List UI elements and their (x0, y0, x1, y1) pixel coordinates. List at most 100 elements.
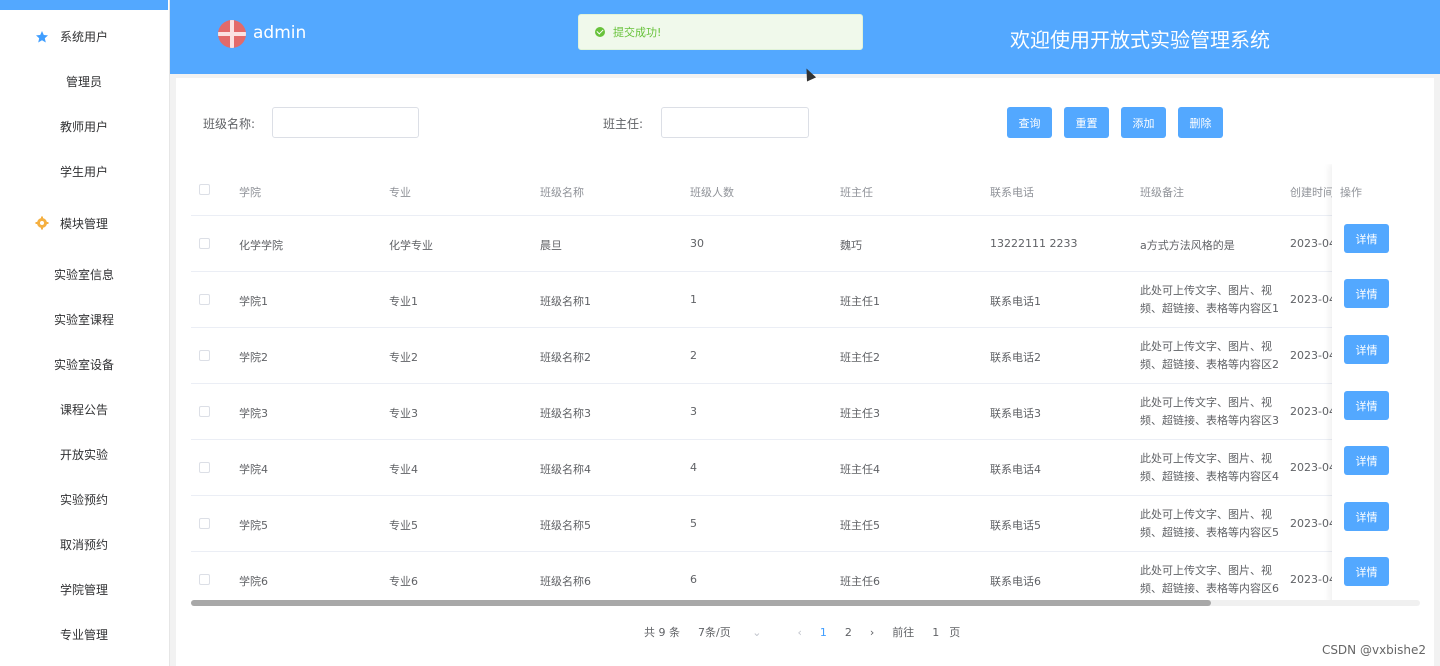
sidebar-item-admin[interactable]: 管理员 (0, 59, 168, 104)
page-size-select[interactable]: 7条/页 ⌄ (698, 624, 779, 640)
detail-button[interactable]: 详情 (1344, 279, 1389, 308)
sidebar-item-major-management[interactable]: 专业管理 (0, 612, 168, 657)
row-checkbox[interactable] (199, 462, 210, 473)
select-all-checkbox[interactable] (199, 184, 210, 195)
sidebar-item-open-experiments[interactable]: 开放实验 (0, 432, 168, 477)
sidebar-item-student-users[interactable]: 学生用户 (0, 149, 168, 194)
sidebar-item-lab-info[interactable]: 实验室信息 (0, 252, 168, 297)
sidebar-item-lab-courses[interactable]: 实验室课程 (0, 297, 168, 342)
cell-phone: 13222111 2233 (990, 237, 1078, 250)
cell-created: 2023-04 (1290, 573, 1336, 586)
sidebar: 系统用户 管理员 教师用户 学生用户 模块管理 实验室信息 实验室课程 实验室设… (0, 0, 170, 666)
pagination: 共 9 条 7条/页 ⌄ ‹ 1 2 › 前往 1 页 (644, 622, 978, 642)
cell-count: 30 (690, 237, 704, 250)
gear-icon (35, 216, 49, 230)
cell-created: 2023-04 (1290, 237, 1336, 250)
detail-button[interactable]: 详情 (1344, 446, 1389, 475)
horizontal-scrollbar[interactable] (191, 600, 1420, 606)
cell-college: 学院1 (239, 295, 268, 308)
detail-button[interactable]: 详情 (1344, 224, 1389, 253)
username[interactable]: admin (253, 23, 306, 43)
table-row: 学院5 专业5 班级名称5 5 班主任5 联系电话5 此处可上传文字、图片、视频… (191, 496, 1420, 552)
reset-button[interactable]: 重置 (1064, 107, 1109, 138)
row-checkbox[interactable] (199, 406, 210, 417)
row-checkbox[interactable] (199, 350, 210, 361)
cell-class-name: 班级名称2 (540, 351, 591, 364)
class-table: 学院 专业 班级名称 班级人数 班主任 联系电话 班级备注 创建时间 化学学院 … (191, 164, 1420, 604)
system-title: 欢迎使用开放式实验管理系统 (1010, 28, 1270, 52)
detail-button[interactable]: 详情 (1344, 335, 1389, 364)
cell-remark: 此处可上传文字、图片、视频、超链接、表格等内容区2 (1140, 340, 1279, 371)
check-circle-icon (595, 27, 605, 37)
cell-phone: 联系电话1 (990, 295, 1041, 308)
cell-college: 学院2 (239, 351, 268, 364)
cell-teacher: 班主任3 (840, 407, 880, 420)
sidebar-item-college-management[interactable]: 学院管理 (0, 567, 168, 612)
sidebar-item-cancel-booking[interactable]: 取消预约 (0, 522, 168, 567)
cell-major: 专业4 (389, 463, 418, 476)
cell-class-name: 晨旦 (540, 239, 562, 252)
cell-remark: 此处可上传文字、图片、视频、超链接、表格等内容区1 (1140, 284, 1279, 315)
row-checkbox[interactable] (199, 574, 210, 585)
menu-group-label: 系统用户 (59, 30, 108, 44)
cell-teacher: 班主任6 (840, 575, 880, 588)
cell-created: 2023-04 (1290, 349, 1336, 362)
cell-remark: 此处可上传文字、图片、视频、超链接、表格等内容区6 (1140, 564, 1279, 595)
detail-button[interactable]: 详情 (1344, 391, 1389, 420)
star-icon (36, 30, 48, 42)
goto-suffix: 页 (949, 626, 961, 639)
column-header: 班级名称 (540, 186, 584, 199)
cell-class-name: 班级名称5 (540, 519, 591, 532)
actions-column: 操作 详情 详情 详情 详情 详情 详情 详情 (1332, 164, 1420, 604)
detail-button[interactable]: 详情 (1344, 557, 1389, 586)
sidebar-item-teacher-users[interactable]: 教师用户 (0, 104, 168, 149)
sidebar-item-label: 学生用户 (59, 165, 108, 179)
sidebar-item-label: 实验室信息 (53, 268, 114, 282)
avatar[interactable] (218, 20, 246, 48)
cell-remark: a方式方法风格的是 (1140, 239, 1235, 252)
add-button[interactable]: 添加 (1121, 107, 1166, 138)
sidebar-item-course-notices[interactable]: 课程公告 (0, 387, 168, 432)
menu-group-system-users[interactable]: 系统用户 (0, 14, 168, 59)
delete-button[interactable]: 删除 (1178, 107, 1223, 138)
page-1[interactable]: 1 (820, 626, 827, 639)
cell-count: 6 (690, 573, 697, 586)
head-teacher-label: 班主任: (603, 117, 644, 131)
table-row: 学院2 专业2 班级名称2 2 班主任2 联系电话2 此处可上传文字、图片、视频… (191, 328, 1420, 384)
cell-college: 化学学院 (239, 239, 283, 252)
sidebar-top-highlight (0, 0, 168, 10)
row-checkbox[interactable] (199, 294, 210, 305)
sidebar-item-lab-equipment[interactable]: 实验室设备 (0, 342, 168, 387)
cell-remark: 此处可上传文字、图片、视频、超链接、表格等内容区4 (1140, 452, 1279, 483)
query-button[interactable]: 查询 (1007, 107, 1052, 138)
sidebar-menu: 系统用户 管理员 教师用户 学生用户 模块管理 实验室信息 实验室课程 实验室设… (0, 14, 168, 657)
next-page-icon[interactable]: › (870, 626, 874, 639)
table-header: 学院 专业 班级名称 班级人数 班主任 联系电话 班级备注 创建时间 (191, 164, 1420, 216)
sidebar-item-experiment-booking[interactable]: 实验预约 (0, 477, 168, 522)
class-name-input[interactable] (272, 107, 419, 138)
goto-input[interactable]: 1 (932, 626, 939, 639)
cell-remark: 此处可上传文字、图片、视频、超链接、表格等内容区3 (1140, 396, 1279, 427)
class-name-label: 班级名称: (203, 117, 256, 131)
cell-created: 2023-04 (1290, 461, 1336, 474)
column-header: 操作 (1340, 186, 1362, 199)
row-checkbox[interactable] (199, 238, 210, 249)
cell-teacher: 班主任2 (840, 351, 880, 364)
detail-button[interactable]: 详情 (1344, 502, 1389, 531)
menu-group-module-management[interactable]: 模块管理 (0, 194, 168, 252)
cell-count: 2 (690, 349, 697, 362)
cell-college: 学院4 (239, 463, 268, 476)
head-teacher-input[interactable] (661, 107, 809, 138)
total-count: 共 9 条 (644, 626, 680, 639)
sidebar-item-label: 实验室设备 (53, 358, 114, 372)
page-size-value: 7条/页 (698, 626, 731, 639)
page-2[interactable]: 2 (845, 626, 852, 639)
menu-group-label: 模块管理 (59, 216, 108, 231)
row-checkbox[interactable] (199, 518, 210, 529)
cell-teacher: 魏巧 (840, 239, 862, 252)
cell-major: 专业3 (389, 407, 418, 420)
watermark: CSDN @vxbishe2 (1321, 643, 1426, 657)
scrollbar-thumb[interactable] (191, 600, 1211, 606)
cell-major: 专业5 (389, 519, 418, 532)
prev-page-icon[interactable]: ‹ (797, 626, 801, 639)
